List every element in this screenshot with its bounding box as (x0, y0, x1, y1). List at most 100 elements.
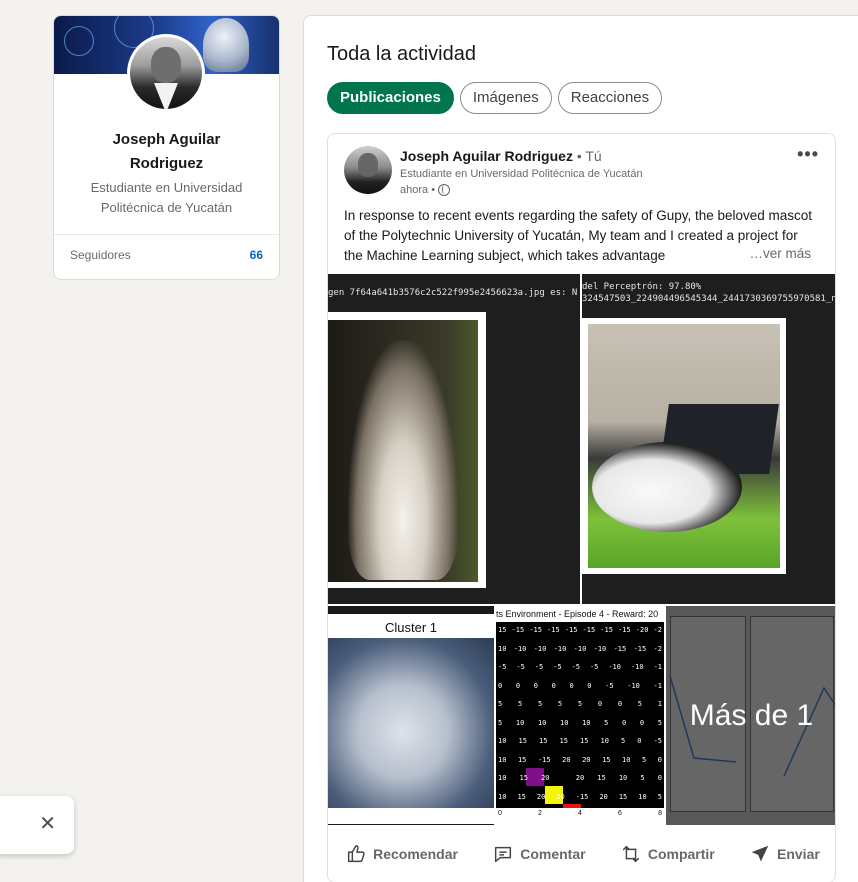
comment-icon (495, 846, 512, 863)
post-author[interactable]: Joseph Aguilar Rodriguez • Tú (400, 148, 602, 164)
tab-imagenes[interactable]: Imágenes (459, 82, 552, 114)
grid-cell: 0 (622, 718, 627, 727)
post-author-name[interactable]: Joseph Aguilar Rodriguez (400, 148, 573, 164)
grid-cell: -5 (534, 663, 544, 671)
grid-cell: 10 (537, 718, 547, 727)
repost-label: Compartir (647, 846, 715, 862)
grid-row: 5 10 10 10 10 5 0 0 5 (496, 719, 664, 727)
grid-cell: -15 (529, 626, 542, 634)
grid-cell: -5 (498, 663, 507, 671)
post-time-text: ahora • (400, 184, 436, 196)
grid-cell: -10 (513, 644, 527, 653)
grid-cell: 20 (541, 774, 550, 782)
grid-cell: 10 (498, 644, 507, 653)
grid-cell: 0 (569, 681, 574, 690)
comment-button[interactable]: Comentar (492, 843, 586, 865)
page-title: Toda la actividad (327, 43, 476, 65)
grid-cell: -5 (516, 663, 525, 671)
grid-cell: -10 (627, 681, 640, 690)
more-options-icon[interactable]: ••• (797, 144, 819, 165)
grid-title: ts Environment - Episode 4 - Reward: 20 (496, 609, 659, 619)
profile-card: Joseph Aguilar Rodriguez Estudiante en U… (53, 15, 280, 280)
post-actions: Recomendar Comentar Compartir Enviar (328, 832, 835, 876)
tab-publicaciones[interactable]: Publicaciones (327, 82, 454, 114)
robot-image (203, 18, 249, 72)
image-cluster[interactable]: Cluster 1 (328, 606, 494, 825)
grid-cell: -1 (653, 663, 662, 671)
grid-row: -5 -5 -5 -5 -5 -5 -10 -10 -1 (496, 663, 664, 671)
image-cat-maine-coon[interactable]: gen 7f64a641b3576c2c522f995e2456623a.jpg… (328, 274, 580, 604)
send-button[interactable]: Enviar (749, 843, 820, 865)
grid-cell: -15 (575, 792, 589, 801)
followers-count: 66 (249, 248, 263, 262)
comment-label: Comentar (520, 846, 586, 862)
grid-cell: -5 (653, 737, 662, 745)
more-images-overlay[interactable]: Más de 1 (666, 606, 835, 825)
grid-cell: 10 (515, 718, 525, 727)
grid-cell: 10 (600, 737, 609, 745)
profile-avatar[interactable] (127, 34, 205, 112)
post-avatar[interactable] (344, 146, 392, 194)
profile-name[interactable]: Joseph Aguilar Rodriguez (54, 128, 279, 176)
grid-cell: 0 (498, 681, 503, 690)
globe-icon (438, 184, 451, 196)
send-icon (751, 845, 769, 862)
image-caption: gen 7f64a641b3576c2c522f995e2456623a.jpg… (328, 288, 578, 298)
grid-axis: 0 2 4 6 8 (496, 810, 664, 817)
grid-cell: 20 (599, 792, 608, 801)
grid-cell: 5 (498, 718, 503, 727)
axis-tick: 8 (658, 810, 662, 817)
grid-cell: -5 (571, 663, 580, 671)
like-button[interactable]: Recomendar (345, 843, 458, 865)
grid-cell: 15 (602, 755, 611, 764)
axis-tick: 0 (498, 810, 502, 817)
grid-row: 10 15 20 20 -15 20 15 10 5 (496, 793, 664, 801)
grid-cell: 0 (551, 681, 556, 690)
profile-headline: Estudiante en Universidad Politécnica de… (90, 180, 243, 215)
grid-cell: -10 (533, 644, 547, 653)
grid-cell: -15 (618, 626, 631, 634)
grid-row: 15 -15 -15 -15 -15 -15 -15 -15 -20 -2 (496, 626, 664, 634)
tab-reacciones[interactable]: Reacciones (557, 82, 663, 114)
grid-cell: 5 (498, 700, 503, 708)
grid-cell: 10 (498, 737, 507, 745)
grid-cell: 0 (657, 755, 662, 764)
post-subtitle: Estudiante en Universidad Politécnica de… (400, 168, 643, 180)
grid-cell: 1 (657, 700, 662, 708)
axis-tick: 2 (538, 810, 542, 817)
grid-cell: -5 (553, 663, 562, 671)
image-cat-laptop[interactable]: del Perceptrón: 97.80% 324547503_2249044… (582, 274, 835, 604)
grid-cell: 5 (537, 700, 543, 708)
grid-cell: -15 (511, 626, 525, 634)
grid-cell: -2 (653, 626, 662, 634)
image-grid-environment[interactable]: ts Environment - Episode 4 - Reward: 20 … (496, 606, 664, 825)
grid-cell: 15 (517, 792, 526, 801)
post-time: ahora • (400, 184, 451, 196)
grid-cell: 10 (638, 792, 647, 801)
grid-cell: 15 (597, 774, 606, 782)
toast: ✕ (0, 796, 74, 854)
grid-cell: 0 (533, 681, 538, 690)
grid-cell: 0 (587, 681, 592, 690)
grid-cell: 0 (617, 700, 623, 708)
see-more-link[interactable]: …ver más (743, 246, 811, 261)
grid-cell: 10 (498, 774, 507, 782)
grid-cell: 5 (637, 700, 642, 708)
grid-cell: 15 (517, 755, 527, 764)
grid-cell: 10 (618, 774, 628, 782)
close-icon[interactable]: ✕ (39, 814, 56, 834)
repost-button[interactable]: Compartir (620, 843, 715, 865)
grid-cell: -15 (537, 755, 551, 764)
grid-cell: 10 (582, 718, 591, 727)
grid-cell: 20 (582, 755, 591, 764)
grid-cell: -5 (589, 663, 599, 671)
grid-cell: -15 (547, 626, 560, 634)
post-image-grid[interactable]: gen 7f64a641b3576c2c522f995e2456623a.jpg… (328, 274, 835, 825)
followers-row[interactable]: Seguidores 66 (70, 248, 263, 262)
divider (54, 234, 279, 235)
grid-cell: 5 (621, 737, 626, 745)
cluster-label: Cluster 1 (384, 620, 438, 635)
grid-cell: 5 (517, 700, 523, 708)
grid-cell: 15 (519, 774, 528, 782)
grid-cell: -20 (635, 626, 649, 634)
